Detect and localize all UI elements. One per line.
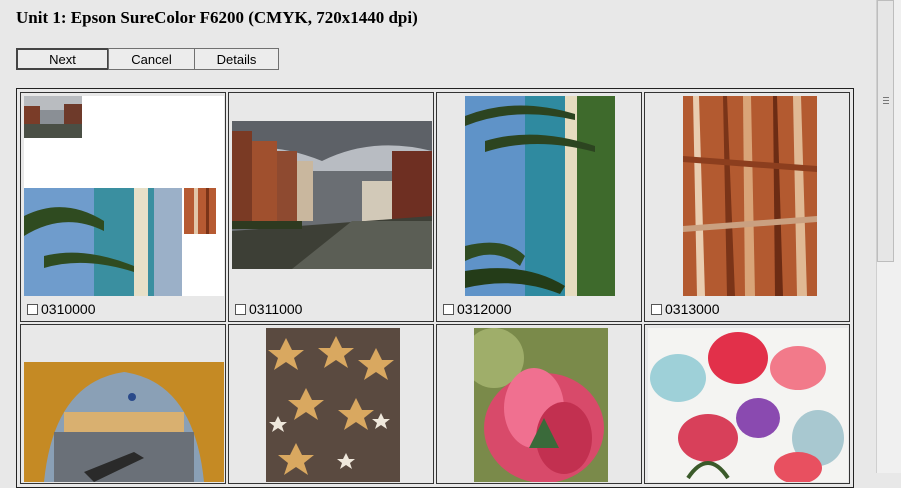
details-button[interactable]: Details xyxy=(194,48,279,70)
grid-cell[interactable]: 0310000 xyxy=(20,92,226,322)
grip-icon xyxy=(883,97,889,106)
select-checkbox[interactable] xyxy=(235,303,246,315)
thumbnail-image xyxy=(266,328,400,482)
select-checkbox[interactable] xyxy=(27,303,38,315)
cell-label: 0312000 xyxy=(443,301,512,317)
grid-cell[interactable] xyxy=(20,324,226,484)
select-checkbox[interactable] xyxy=(443,303,454,315)
page-title: Unit 1: Epson SureColor F6200 (CMYK, 720… xyxy=(16,8,418,27)
grid-cell[interactable] xyxy=(436,324,642,484)
layout-preview xyxy=(24,96,224,296)
grid-cell[interactable] xyxy=(644,324,850,484)
grid-cell[interactable] xyxy=(228,324,434,484)
cell-label: 0311000 xyxy=(235,301,302,317)
thumbnail-image xyxy=(232,121,432,269)
next-button[interactable]: Next xyxy=(16,48,109,70)
thumbnail-grid: 0310000 0311000 0312000 0313000 xyxy=(16,88,854,488)
layout-preview-image xyxy=(24,96,216,296)
scrollbar-thumb[interactable] xyxy=(877,0,894,262)
thumbnail-image xyxy=(648,328,848,482)
cancel-button[interactable]: Cancel xyxy=(108,48,195,70)
grid-cell[interactable]: 0312000 xyxy=(436,92,642,322)
grid-cell[interactable]: 0311000 xyxy=(228,92,434,322)
select-checkbox[interactable] xyxy=(651,303,662,315)
thumbnail-image xyxy=(474,328,608,482)
cell-label: 0310000 xyxy=(27,301,96,317)
thumbnail-image xyxy=(465,96,615,296)
grid-cell[interactable]: 0313000 xyxy=(644,92,850,322)
thumbnail-image xyxy=(683,96,817,296)
cell-label: 0313000 xyxy=(651,301,720,317)
thumbnail-image xyxy=(24,362,224,482)
toolbar: Next Cancel Details xyxy=(16,48,279,70)
